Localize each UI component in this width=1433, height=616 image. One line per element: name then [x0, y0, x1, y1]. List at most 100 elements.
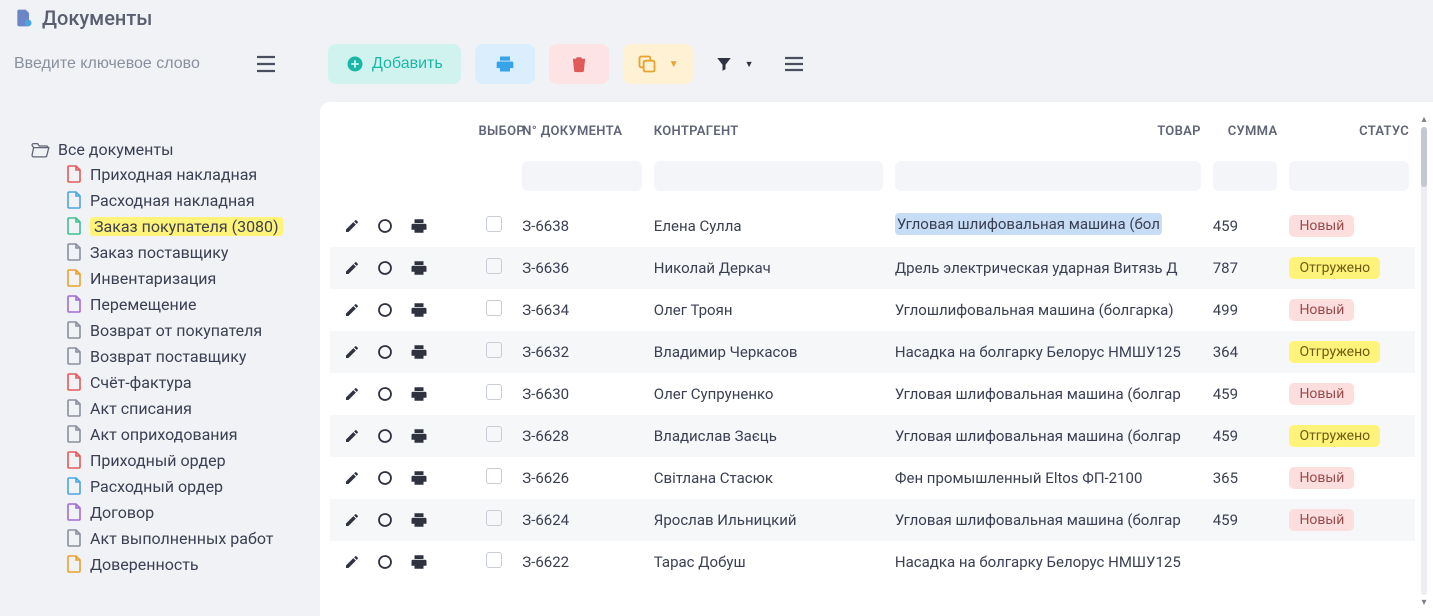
- sidebar-item[interactable]: Приходная накладная: [66, 161, 310, 187]
- row-checkbox[interactable]: [486, 426, 502, 442]
- col-num[interactable]: N° ДОКУМЕНТА: [516, 114, 648, 157]
- sidebar-item[interactable]: Договор: [66, 499, 310, 525]
- table-row[interactable]: З-6628Владислав ЗаєцьУгловая шлифовальна…: [330, 415, 1415, 457]
- sidebar-toggle[interactable]: [252, 55, 280, 73]
- sidebar-item[interactable]: Акт выполненных работ: [66, 525, 310, 551]
- row-checkbox[interactable]: [486, 258, 502, 274]
- filter-button[interactable]: ▼: [707, 44, 762, 84]
- status-circle-icon[interactable]: [376, 385, 394, 403]
- table-row[interactable]: З-6632Владимир ЧеркасовНасадка на болгар…: [330, 331, 1415, 373]
- sidebar-item[interactable]: Расходный ордер: [66, 473, 310, 499]
- sidebar-item[interactable]: Счёт-фактура: [66, 369, 310, 395]
- row-print-icon[interactable]: [410, 511, 428, 529]
- edit-icon[interactable]: [344, 218, 360, 234]
- status-badge: Новый: [1289, 509, 1354, 531]
- table-row[interactable]: З-6624Ярослав ИльницкийУгловая шлифоваль…: [330, 499, 1415, 541]
- document-icon: [66, 398, 82, 418]
- scroll-down-icon[interactable]: ▾: [1421, 597, 1426, 608]
- cell-status: Отгружено: [1283, 415, 1415, 457]
- filter-tovar[interactable]: [895, 161, 1201, 191]
- search-input[interactable]: [14, 55, 234, 73]
- sidebar: Все документы Приходная накладная Расходн…: [0, 98, 320, 616]
- sidebar-item-label: Расходная накладная: [90, 191, 255, 210]
- row-print-icon[interactable]: [410, 259, 428, 277]
- status-circle-icon[interactable]: [376, 553, 394, 571]
- documents-icon: [14, 8, 34, 28]
- edit-icon[interactable]: [344, 470, 360, 486]
- row-print-icon[interactable]: [410, 469, 428, 487]
- sidebar-item-label: Инвентаризация: [90, 269, 216, 288]
- row-checkbox[interactable]: [486, 342, 502, 358]
- table-row[interactable]: З-6638Елена СуллаУгловая шлифовальная ма…: [330, 205, 1415, 247]
- table-row[interactable]: З-6630Олег СупруненкоУгловая шлифовальна…: [330, 373, 1415, 415]
- cell-num: З-6638: [516, 205, 648, 247]
- filter-summa[interactable]: [1213, 161, 1278, 191]
- status-circle-icon[interactable]: [376, 427, 394, 445]
- cell-num: З-6628: [516, 415, 648, 457]
- status-circle-icon[interactable]: [376, 301, 394, 319]
- sidebar-item[interactable]: Акт оприходования: [66, 421, 310, 447]
- add-button[interactable]: Добавить: [328, 44, 461, 84]
- row-checkbox[interactable]: [486, 384, 502, 400]
- edit-icon[interactable]: [344, 260, 360, 276]
- delete-button[interactable]: [549, 44, 609, 84]
- row-print-icon[interactable]: [410, 217, 428, 235]
- row-checkbox[interactable]: [486, 468, 502, 484]
- edit-icon[interactable]: [344, 512, 360, 528]
- col-contr[interactable]: КОНТРАГЕНТ: [648, 114, 889, 157]
- sidebar-item[interactable]: Расходная накладная: [66, 187, 310, 213]
- tree-root-item[interactable]: Все документы: [30, 138, 310, 161]
- col-summa[interactable]: СУММА: [1207, 114, 1284, 157]
- edit-icon[interactable]: [344, 554, 360, 570]
- status-circle-icon[interactable]: [376, 511, 394, 529]
- filter-contr[interactable]: [654, 161, 883, 191]
- sidebar-item[interactable]: Заказ поставщику: [66, 239, 310, 265]
- document-icon: [66, 476, 82, 496]
- edit-icon[interactable]: [344, 428, 360, 444]
- sidebar-item[interactable]: Доверенность: [66, 551, 310, 577]
- row-print-icon[interactable]: [410, 301, 428, 319]
- scroll-thumb[interactable]: [1421, 127, 1427, 187]
- vertical-scrollbar[interactable]: ▴ ▾: [1419, 114, 1429, 608]
- row-print-icon[interactable]: [410, 427, 428, 445]
- row-checkbox[interactable]: [486, 510, 502, 526]
- filter-status[interactable]: [1289, 161, 1409, 191]
- edit-icon[interactable]: [344, 386, 360, 402]
- row-checkbox[interactable]: [486, 552, 502, 568]
- status-circle-icon[interactable]: [376, 217, 394, 235]
- row-print-icon[interactable]: [410, 553, 428, 571]
- scroll-up-icon[interactable]: ▴: [1421, 114, 1426, 125]
- status-circle-icon[interactable]: [376, 469, 394, 487]
- row-checkbox[interactable]: [486, 216, 502, 232]
- col-status[interactable]: СТАТУС: [1283, 114, 1415, 157]
- edit-icon[interactable]: [344, 344, 360, 360]
- sidebar-item[interactable]: Возврат поставщику: [66, 343, 310, 369]
- copy-button[interactable]: ▼: [623, 44, 693, 84]
- row-print-icon[interactable]: [410, 385, 428, 403]
- table-row[interactable]: З-6634Олег ТроянУглошлифовальная машина …: [330, 289, 1415, 331]
- print-button[interactable]: [475, 44, 535, 84]
- sidebar-item[interactable]: Инвентаризация: [66, 265, 310, 291]
- status-circle-icon[interactable]: [376, 343, 394, 361]
- table-row[interactable]: З-6622Тарас ДобушНасадка на болгарку Бел…: [330, 541, 1415, 583]
- search-box[interactable]: [14, 55, 234, 73]
- sidebar-item[interactable]: Перемещение: [66, 291, 310, 317]
- caret-down-icon: ▼: [669, 59, 679, 70]
- table-row[interactable]: З-6636Николай ДеркачДрель электрическая …: [330, 247, 1415, 289]
- sidebar-item[interactable]: Возврат от покупателя: [66, 317, 310, 343]
- sidebar-item[interactable]: Акт списания: [66, 395, 310, 421]
- cell-product: Угловая шлифовальная машина (болгар: [889, 373, 1207, 415]
- status-circle-icon[interactable]: [376, 259, 394, 277]
- col-tovar[interactable]: ТОВАР: [889, 114, 1207, 157]
- filter-num[interactable]: [522, 161, 642, 191]
- row-print-icon[interactable]: [410, 343, 428, 361]
- table-row[interactable]: З-6626Світлана СтасюкФен промышленный El…: [330, 457, 1415, 499]
- row-checkbox[interactable]: [486, 300, 502, 316]
- status-badge: Новый: [1289, 299, 1354, 321]
- document-icon: [66, 268, 82, 288]
- sidebar-item[interactable]: Заказ покупателя (3080): [66, 213, 310, 239]
- edit-icon[interactable]: [344, 302, 360, 318]
- col-vybor[interactable]: ВЫБОР: [472, 114, 516, 157]
- sidebar-item[interactable]: Приходный ордер: [66, 447, 310, 473]
- view-menu-button[interactable]: [776, 44, 812, 84]
